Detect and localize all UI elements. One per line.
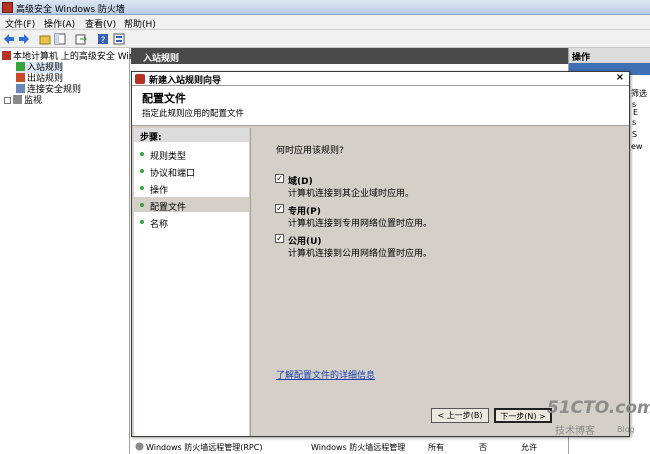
show-hide-tree-icon[interactable] [53,32,67,46]
tree-item-inbound-rules[interactable]: 入站规则 [16,62,64,73]
properties-icon[interactable] [112,32,126,46]
step-dot-icon [140,186,144,190]
wizard-header: 配置文件 指定此规则应用的配置文件 [132,86,629,126]
expand-icon[interactable] [4,97,11,104]
menu-bar: 文件(F) 操作(A) 查看(V) 帮助(H) [0,15,650,30]
page-subtitle: 指定此规则应用的配置文件 [142,109,245,119]
tree-item-connection-security-rules[interactable]: 连接安全规则 [16,84,81,95]
private-description: 计算机连接到专用网络位置时应用。 [288,219,433,229]
actions-fragment[interactable]: ew [631,142,642,151]
public-description: 计算机连接到公用网络位置时应用。 [288,249,433,259]
title-bar: 高级安全 Windows 防火墙 [0,0,650,15]
step-dot-icon [140,220,144,224]
watermark-main: 51CTO.com [547,398,650,418]
domain-description: 计算机连接到其企业域时应用。 [288,189,415,199]
monitoring-icon [13,95,22,104]
firewall-app-icon [2,2,13,13]
wizard-steps: 步骤: 规则类型 协议和端口 操作 配置文件 名称 [134,128,249,436]
help-icon[interactable]: ? [96,32,110,46]
step-rule-type[interactable]: 规则类型 [134,146,249,162]
watermark-sub: 技术博客 [555,426,595,437]
domain-checkbox[interactable]: ✓ [275,174,284,183]
rule-action: 允许 [521,443,537,452]
step-profile[interactable]: 配置文件 [134,197,249,213]
step-dot-icon [140,152,144,156]
firewall-icon [2,51,11,60]
menu-action[interactable]: 操作(A) [44,17,75,30]
actions-fragment[interactable]: s [632,118,636,127]
wizard-icon [135,74,145,84]
rules-pane-header: 入站规则 [131,48,568,64]
steps-title: 步骤: [134,128,249,143]
page-title: 配置文件 [142,92,186,105]
actions-fragment[interactable]: 筛选 [631,88,647,99]
profile-help-link[interactable]: 了解配置文件的详细信息 [276,368,375,381]
watermark-logo: 51CTO.com 技术博客 Blog [547,398,650,446]
watermark-blog: Blog [617,425,635,434]
up-icon[interactable] [38,32,52,46]
outbound-rules-icon [16,73,25,82]
close-icon[interactable]: × [614,73,626,84]
step-dot-icon [140,169,144,173]
step-dot-icon [140,203,144,207]
toolbar: ? [0,30,650,48]
tree-root[interactable]: 本地计算机 上的高级安全 Windo [2,51,146,62]
step-action[interactable]: 操作 [134,180,249,196]
step-name[interactable]: 名称 [134,214,249,230]
new-inbound-rule-wizard: 新建入站规则向导 × 配置文件 指定此规则应用的配置文件 步骤: 规则类型 协议… [131,71,630,437]
question-label: 何时应用该规则? [276,146,344,156]
wizard-content: 何时应用该规则? ✓ 域(D) 计算机连接到其企业域时应用。 ✓ 专用(P) 计… [250,128,629,436]
public-checkbox[interactable]: ✓ [275,234,284,243]
navigation-tree: 本地计算机 上的高级安全 Windo 入站规则 出站规则 连接安全规则 监视 [0,48,146,454]
menu-help[interactable]: 帮助(H) [124,17,156,30]
rule-profile: 所有 [428,443,444,452]
actions-fragment[interactable]: S [632,130,637,139]
menu-file[interactable]: 文件(F) [5,17,35,30]
step-protocol-ports[interactable]: 协议和端口 [134,163,249,179]
private-checkbox[interactable]: ✓ [275,204,284,213]
rule-group: Windows 防火墙远程管理 [311,443,406,452]
wizard-title-bar: 新建入站规则向导 × [132,72,629,86]
connection-security-icon [16,84,25,93]
menu-view[interactable]: 查看(V) [85,17,116,30]
inbound-rules-icon [16,62,25,71]
tree-item-outbound-rules[interactable]: 出站规则 [16,73,63,84]
forward-icon[interactable] [17,32,31,46]
rule-icon [135,442,144,453]
window-title: 高级安全 Windows 防火墙 [16,5,125,15]
back-icon[interactable] [2,32,16,46]
export-icon[interactable] [74,32,88,46]
back-button[interactable]: < 上一步(B) [431,408,489,423]
rule-name: Windows 防火墙远程管理(RPC) [146,443,263,452]
rule-enabled: 否 [479,443,487,452]
actions-fragment[interactable]: E [633,108,638,117]
next-button[interactable]: 下一步(N) > [494,408,552,423]
wizard-title: 新建入站规则向导 [149,76,222,86]
tree-item-monitoring[interactable]: 监视 [4,95,42,106]
svg-text:?: ? [101,36,106,45]
table-row[interactable]: Windows 防火墙远程管理(RPC) Windows 防火墙远程管理 所有 … [131,437,568,454]
actions-header: 操作 [569,48,650,63]
